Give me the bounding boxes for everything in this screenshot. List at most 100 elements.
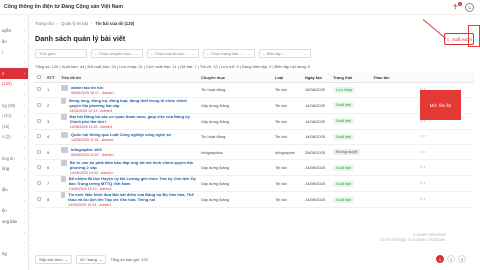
checkbox[interactable] (37, 197, 41, 202)
sidebar-item[interactable]: › (0, 89, 28, 100)
row-actions-menu-icon[interactable]: ⋯ (371, 159, 474, 177)
article-title-link[interactable]: Tin mới: Bắc Ninh đưa Bài hát điểm của Đ… (68, 192, 197, 202)
category-select[interactable]: -- Chọn chuyên mục -- ⌄ (91, 49, 143, 58)
sidebar-item[interactable]: ong bản › (0, 216, 28, 227)
sidebar-item[interactable]: › (0, 57, 28, 68)
sidebar-item[interactable]: › (0, 142, 28, 153)
page-button-3[interactable]: 3 (458, 255, 466, 263)
sidebar-item[interactable]: (16) › (0, 121, 28, 132)
row-title-cell: Infographic 16/6 06/06/2025 12:57 - Admin… (59, 144, 199, 161)
article-title-link[interactable]: Quốc hội thông qua Luật Công nghiệp công… (71, 132, 171, 137)
checkbox[interactable] (37, 181, 41, 186)
breadcrumb-home[interactable]: Trang chủ (35, 21, 54, 26)
row-category: Xây dựng Đảng (199, 97, 273, 114)
table-row[interactable]: 1 admin tạo tin tức 06/06/2025 16:17 - Adm… (35, 82, 474, 98)
checkbox[interactable] (37, 102, 41, 107)
table-row[interactable]: 8 Tin mới: Bắc Ninh đưa Bài hát điểm của … (35, 191, 474, 209)
thumbnail-image (61, 176, 66, 183)
page-buttons: 1 2 3 (436, 255, 466, 263)
table-row[interactable]: 6 Bố trí cán bộ phải đảm bảo đáp ứng tốt … (35, 159, 474, 177)
checkbox[interactable] (37, 165, 41, 170)
sidebar-item[interactable]: iệu › (0, 185, 28, 196)
table-row[interactable]: 4 Quốc hội thông qua Luật Công nghiệp côn… (35, 129, 474, 146)
sidebar-item[interactable]: ện › (0, 206, 28, 217)
article-title-link[interactable]: admin tạo tin tức (71, 85, 114, 90)
checkbox[interactable] (37, 149, 41, 154)
article-meta: 14/06/2025 10:12 - Admin1 (68, 187, 112, 192)
editor-select[interactable]: -- Biên tập -- ⌄ (259, 49, 311, 58)
chevron-right-icon: › (23, 49, 25, 55)
row-stt: 7 (45, 175, 59, 193)
sidebar-item[interactable]: ir › (0, 67, 28, 79)
table-row[interactable]: 5 Infographic 16/6 06/06/2025 12:57 - Admi… (35, 144, 474, 161)
breadcrumb-section[interactable]: Quản lý tin bài (61, 21, 88, 26)
sidebar-item[interactable]: › (0, 227, 28, 238)
sort-select[interactable]: Sắp xếp theo ⌄ (35, 255, 72, 264)
checkbox[interactable] (37, 74, 41, 79)
status-select[interactable]: -- Chọn trạng thái -- ⌄ (203, 49, 255, 58)
chevron-right-icon: › (23, 91, 25, 97)
chevron-right-icon: › (23, 176, 25, 182)
sidebar-item[interactable]: uyền › (0, 26, 28, 37)
row-stt: 6 (45, 159, 59, 177)
sidebar-item[interactable]: ông › (0, 163, 28, 174)
sidebar-item[interactable]: › (0, 174, 28, 185)
total-records: Tổng số bản ghi: 120 (110, 257, 148, 262)
table-row[interactable]: 2 Đồng lòng, đồng bộ, đồng loạt, đồng thờ… (35, 97, 474, 114)
sidebar-item-label: iệu (2, 187, 8, 193)
page-button-1[interactable]: 1 (436, 255, 444, 263)
checkbox[interactable] (37, 118, 41, 123)
row-title-cell: Quốc hội thông qua Luật Công nghiệp công… (59, 129, 199, 146)
status-badge: Xuất bản (333, 196, 355, 203)
portal-title: Cổng thông tin điện tử Đảng Cộng sản Việ… (4, 4, 123, 10)
table-row[interactable]: 7 Bổ nhiệm Bí thư Huyện ủy Đô Lương giữ c… (35, 175, 474, 193)
row-type: Infographic (273, 144, 303, 161)
search-input[interactable]: Tình gian (35, 49, 87, 58)
sidebar-item-label: ng (2, 250, 7, 256)
row-stt: 5 (45, 144, 59, 161)
sidebar-item-label: ông tin (2, 155, 15, 161)
row-actions-menu-icon[interactable]: ⋯ (371, 191, 474, 209)
table-row[interactable]: 3 Đại hội Đảng bộ các cơ quan tham mưu, g… (35, 113, 474, 130)
select-all-column[interactable] (35, 73, 45, 83)
article-title-link[interactable]: Bổ nhiệm Bí thư Huyện ủy Đô Lương giữ ch… (69, 176, 197, 186)
user-avatar-icon[interactable]: ☺ (465, 3, 474, 12)
sidebar-item[interactable]: ông tin › (0, 153, 28, 164)
row-date: 14/06/2025 (303, 191, 331, 209)
chevron-right-icon: › (23, 28, 25, 34)
sidebar-item[interactable]: n (2) › (0, 132, 28, 143)
type-select[interactable]: -- Chọn loại tin bài -- ⌄ (147, 49, 199, 58)
article-title-link[interactable]: Đại hội Đảng bộ các cơ quan tham mưu, gi… (70, 114, 197, 124)
row-title-cell: Tin mới: Bắc Ninh đưa Bài hát điểm của Đ… (59, 191, 199, 209)
articles-table: STT Tiêu đề tin Chuyên mục Loại Ngày tạo… (35, 73, 474, 209)
chevron-right-icon: › (23, 113, 25, 119)
sidebar-item-label: ông (2, 166, 9, 172)
row-category: Tin hoạt động (199, 82, 273, 98)
page-button-2[interactable]: 2 (447, 255, 455, 263)
row-actions-menu-icon[interactable]: ⋯ (371, 175, 474, 193)
row-actions-menu-icon[interactable]: ⋯ (371, 144, 474, 161)
column-header-stt: STT (45, 73, 59, 83)
sidebar-item[interactable]: ện › (0, 36, 28, 47)
page-size-select[interactable]: 20 / trang ⌄ (75, 255, 107, 264)
article-title-link[interactable]: Bố trí cán bộ phải đảm bảo đáp ứng tốt m… (70, 160, 197, 170)
sidebar-item[interactable]: i (21) › (0, 110, 28, 121)
chevron-right-icon: › (23, 240, 25, 246)
bell-icon[interactable]: ♰ 1 (453, 1, 462, 12)
checkbox[interactable] (37, 87, 41, 92)
checkbox[interactable] (37, 134, 41, 139)
row-type: Tin tức (273, 82, 303, 98)
sidebar-item[interactable]: (120) › (0, 79, 28, 90)
row-stt: 2 (45, 97, 59, 114)
sidebar-item[interactable]: i › (0, 47, 28, 58)
sidebar-item[interactable]: › (0, 195, 28, 206)
row-actions-menu-icon[interactable]: ⋯ (371, 129, 474, 146)
sidebar-item[interactable]: › (0, 237, 28, 248)
sidebar-item[interactable]: ng › (0, 248, 28, 259)
sidebar-item[interactable]: ng (28) › (0, 100, 28, 111)
article-title-link[interactable]: Đồng lòng, đồng bộ, đồng loạt, đồng thời… (69, 98, 197, 108)
article-title-link[interactable]: Infographic 16/6 (71, 147, 114, 152)
sidebar-item[interactable]: › (0, 15, 28, 26)
status-badge: Xuất bản (333, 102, 355, 109)
row-date: 14/06/2025 (303, 159, 331, 177)
